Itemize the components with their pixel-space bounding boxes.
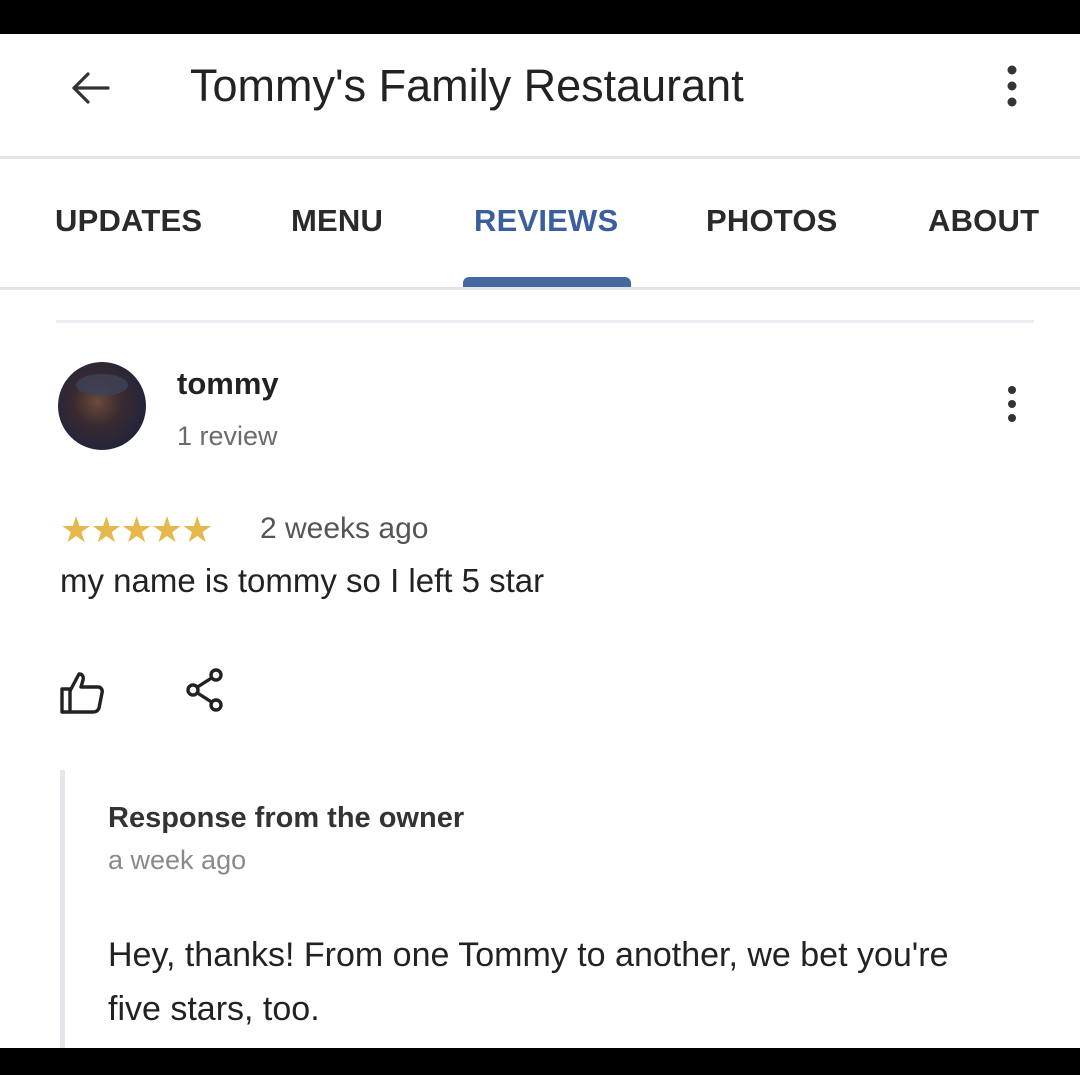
tabs-divider — [0, 287, 1080, 290]
review-date: 2 weeks ago — [260, 512, 429, 545]
owner-response-text: Hey, thanks! From one Tommy to another, … — [108, 936, 949, 1028]
arrow-left-icon — [70, 71, 110, 110]
tab-updates[interactable]: UPDATES — [55, 203, 202, 239]
tab-bar: UPDATES MENU REVIEWS PHOTOS ABOUT — [0, 159, 1080, 287]
reviewer-name[interactable]: tommy — [177, 366, 279, 402]
tab-reviews[interactable]: REVIEWS — [474, 203, 618, 239]
response-indent-bar — [60, 770, 65, 1048]
more-vert-icon — [1007, 385, 1017, 428]
owner-response-date: a week ago — [108, 845, 247, 875]
more-vert-icon — [1006, 64, 1018, 113]
avatar[interactable] — [58, 362, 146, 450]
thumbs-up-icon — [58, 672, 106, 720]
page-title: Tommy's Family Restaurant — [190, 60, 744, 111]
owner-response-title: Response from the owner — [108, 802, 465, 834]
app-header: Tommy's Family Restaurant — [0, 34, 1080, 159]
star-rating: ★★★★★ — [60, 509, 213, 550]
section-divider — [56, 320, 1034, 323]
more-options-button[interactable] — [992, 60, 1032, 116]
back-button[interactable] — [62, 62, 118, 118]
active-tab-indicator — [463, 277, 631, 287]
reviewer-review-count: 1 review — [177, 421, 278, 451]
tab-menu[interactable]: MENU — [291, 203, 383, 239]
like-button[interactable] — [58, 668, 106, 716]
review-options-button[interactable] — [996, 378, 1028, 434]
review-text: my name is tommy so I left 5 star — [60, 562, 545, 599]
tab-about[interactable]: ABOUT — [928, 203, 1039, 239]
share-icon — [184, 668, 228, 718]
tab-photos[interactable]: PHOTOS — [706, 203, 838, 239]
app-screen: Tommy's Family Restaurant UPDATES MENU R… — [0, 34, 1080, 1048]
share-button[interactable] — [184, 666, 228, 714]
